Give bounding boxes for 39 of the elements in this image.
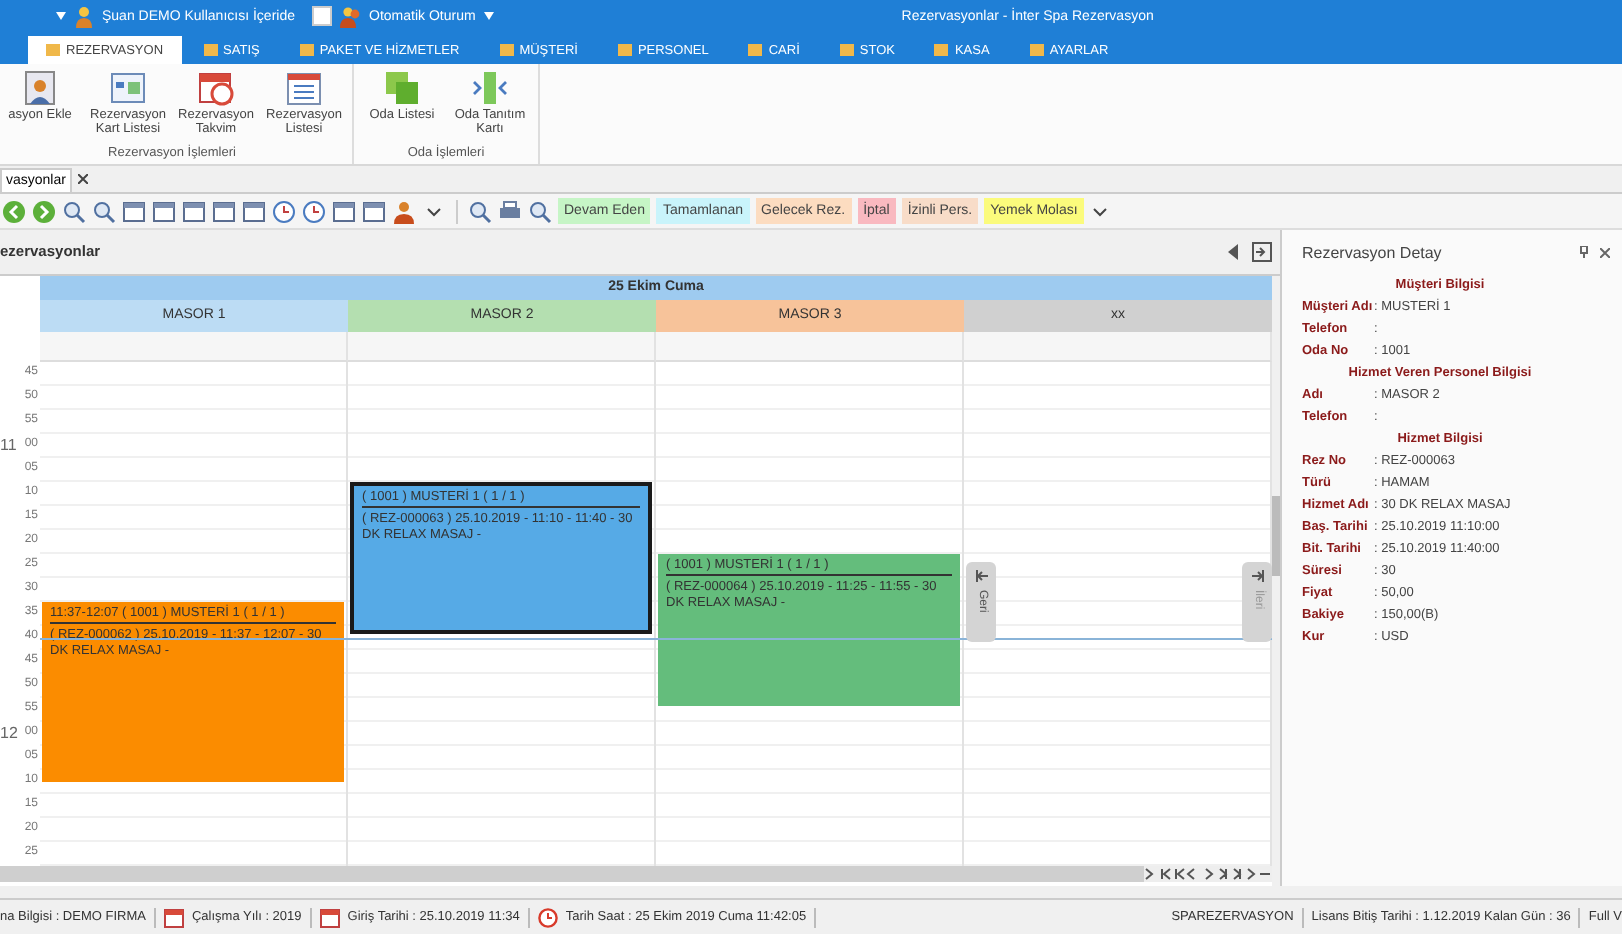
detail-panel-title: Rezervasyon Detay [1302, 243, 1444, 261]
print-icon[interactable] [498, 199, 522, 223]
all-day-cell[interactable] [656, 331, 964, 362]
zoom-out-icon[interactable] [92, 199, 116, 223]
all-day-cell[interactable] [964, 331, 1272, 362]
close-icon[interactable] [77, 174, 88, 184]
hour-label: 12 [0, 721, 18, 746]
scrollbar-thumb[interactable] [1272, 495, 1280, 576]
arrow-to-end-icon [1251, 569, 1263, 582]
hour-label: 11 [0, 433, 17, 458]
card-icon [108, 68, 148, 108]
all-day-cell[interactable] [348, 331, 656, 362]
search-icon[interactable] [468, 199, 492, 223]
person-card-icon [20, 68, 60, 108]
forward-icon[interactable] [32, 199, 56, 223]
users-icon [339, 5, 361, 27]
user-icon [74, 5, 94, 27]
squares-icon [382, 68, 422, 108]
calendar-icon[interactable] [362, 199, 386, 223]
arrow-to-start-icon [975, 569, 987, 582]
zoom-in-icon[interactable] [62, 199, 86, 223]
door-arrows-icon [470, 68, 510, 108]
clock-icon[interactable] [302, 199, 326, 223]
calendar-icon [319, 907, 340, 927]
pin-icon[interactable] [1580, 246, 1588, 258]
calendar-icon[interactable] [242, 199, 266, 223]
user-icon[interactable] [392, 199, 416, 223]
caret-left-icon[interactable] [1228, 243, 1240, 260]
clock-icon[interactable] [272, 199, 296, 223]
caret-icon[interactable] [483, 12, 494, 20]
zoom-icon[interactable] [528, 199, 552, 223]
auto-login-checkbox[interactable] [311, 6, 331, 26]
all-day-cell[interactable] [40, 331, 348, 362]
dock-icon[interactable] [1252, 241, 1272, 262]
close-icon[interactable] [1600, 247, 1610, 257]
caret-icon[interactable] [56, 12, 66, 20]
clock-icon [537, 907, 558, 927]
calendar-icon [163, 907, 184, 927]
back-icon[interactable] [2, 199, 26, 223]
